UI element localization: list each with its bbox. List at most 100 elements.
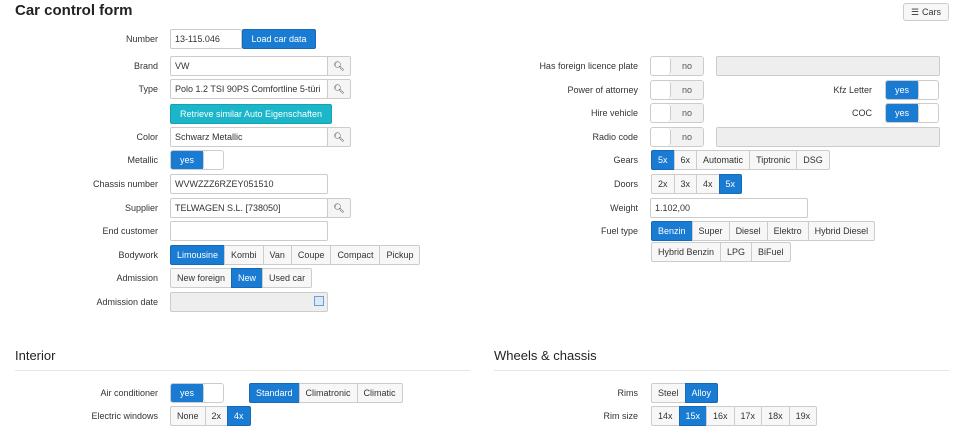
hire-vehicle-label: Hire vehicle xyxy=(590,108,638,118)
kfz-letter-toggle[interactable]: yes xyxy=(885,80,939,100)
radio-code-toggle[interactable]: no xyxy=(650,127,704,147)
interior-section-title: Interior xyxy=(15,348,56,363)
doors-option-4x[interactable]: 4x xyxy=(696,174,720,194)
color-search-button[interactable]: 🔍︎ xyxy=(327,127,351,147)
chassis-label: Chassis number xyxy=(92,179,158,189)
rims-option-alloy[interactable]: Alloy xyxy=(684,383,719,403)
rim-size-option-17x[interactable]: 17x xyxy=(733,406,763,426)
fuel-option-hybrid-benzin[interactable]: Hybrid Benzin xyxy=(651,242,722,262)
gears-option-dsg[interactable]: DSG xyxy=(796,150,830,170)
ac-option-standard[interactable]: Standard xyxy=(249,383,300,403)
search-icon: 🔍︎ xyxy=(333,131,345,142)
hire-vehicle-toggle[interactable]: no xyxy=(650,103,704,123)
bodywork-group: Limousine Kombi Van Coupe Compact Pickup xyxy=(170,245,421,265)
end-customer-input[interactable] xyxy=(170,221,328,241)
bodywork-option-coupe[interactable]: Coupe xyxy=(290,245,332,265)
radio-code-input[interactable] xyxy=(716,127,940,147)
chassis-input[interactable]: WVWZZZ6RZEY051510 xyxy=(170,174,328,194)
retrieve-similar-button[interactable]: Retrieve similar Auto Eigenschaften xyxy=(170,104,332,124)
number-label: Number xyxy=(125,34,158,44)
windows-option-4x[interactable]: 4x xyxy=(227,406,251,426)
doors-group: 2x 3x 4x 5x xyxy=(651,174,743,194)
gears-option-6x[interactable]: 6x xyxy=(673,150,698,170)
admission-option-used-car[interactable]: Used car xyxy=(262,268,313,288)
search-icon: 🔍︎ xyxy=(333,60,345,71)
windows-option-2x[interactable]: 2x xyxy=(204,406,229,426)
gears-option-tiptronic[interactable]: Tiptronic xyxy=(749,150,798,170)
toggle-knob xyxy=(651,81,671,99)
admission-option-new-foreign[interactable]: New foreign xyxy=(170,268,233,288)
wheels-divider xyxy=(494,370,949,371)
supplier-search-button[interactable]: 🔍︎ xyxy=(327,198,351,218)
radio-code-label: Radio code xyxy=(592,132,638,142)
metallic-toggle[interactable]: yes xyxy=(170,150,224,170)
weight-label: Weight xyxy=(610,203,638,213)
bodywork-option-compact[interactable]: Compact xyxy=(330,245,381,265)
brand-search-button[interactable]: 🔍︎ xyxy=(327,56,351,76)
bodywork-option-limousine[interactable]: Limousine xyxy=(170,245,226,265)
admission-option-new[interactable]: New xyxy=(231,268,264,288)
ac-option-climatronic[interactable]: Climatronic xyxy=(298,383,358,403)
search-icon: 🔍︎ xyxy=(333,83,345,94)
cars-button[interactable]: ☰ Cars xyxy=(903,3,949,21)
rims-option-steel[interactable]: Steel xyxy=(651,383,686,403)
list-icon: ☰ xyxy=(910,6,920,17)
calendar-icon[interactable] xyxy=(314,296,324,306)
fuel-option-lpg[interactable]: LPG xyxy=(720,242,753,262)
bodywork-option-pickup[interactable]: Pickup xyxy=(379,245,421,265)
number-input[interactable]: 13-115.046 xyxy=(170,29,242,49)
rim-size-option-16x[interactable]: 16x xyxy=(706,406,735,426)
doors-option-5x[interactable]: 5x xyxy=(718,174,743,194)
fuel-option-benzin[interactable]: Benzin xyxy=(651,221,693,241)
color-label: Color xyxy=(136,132,158,142)
type-search-button[interactable]: 🔍︎ xyxy=(327,79,351,99)
gears-option-5x[interactable]: 5x xyxy=(651,150,675,170)
interior-divider xyxy=(15,370,470,371)
gears-group: 5x 6x Automatic Tiptronic DSG xyxy=(651,150,830,170)
fuel-option-super[interactable]: Super xyxy=(691,221,730,241)
rim-size-option-15x[interactable]: 15x xyxy=(678,406,708,426)
admission-date-label: Admission date xyxy=(96,297,158,307)
type-input[interactable]: Polo 1.2 TSI 90PS Comfortline 5-türi xyxy=(170,79,328,99)
toggle-knob xyxy=(651,104,671,122)
fuel-option-elektro[interactable]: Elektro xyxy=(766,221,809,241)
rim-size-option-14x[interactable]: 14x xyxy=(651,406,680,426)
weight-input[interactable]: 1.102,00 xyxy=(650,198,808,218)
windows-option-none[interactable]: None xyxy=(170,406,206,426)
ac-option-climatic[interactable]: Climatic xyxy=(356,383,403,403)
doors-option-2x[interactable]: 2x xyxy=(651,174,675,194)
rim-size-option-18x[interactable]: 18x xyxy=(761,406,790,426)
doors-option-3x[interactable]: 3x xyxy=(673,174,698,194)
gears-option-automatic[interactable]: Automatic xyxy=(696,150,751,170)
air-conditioner-toggle[interactable]: yes xyxy=(170,383,224,403)
end-customer-label: End customer xyxy=(102,226,158,236)
supplier-label: Supplier xyxy=(124,203,158,213)
fuel-option-diesel[interactable]: Diesel xyxy=(728,221,768,241)
supplier-input[interactable]: TELWAGEN S.L. [738050] xyxy=(170,198,328,218)
color-input[interactable]: Schwarz Metallic xyxy=(170,127,328,147)
fuel-option-hybrid-diesel[interactable]: Hybrid Diesel xyxy=(807,221,876,241)
power-attorney-label: Power of attorney xyxy=(567,85,638,95)
rim-size-label: Rim size xyxy=(603,411,638,421)
fuel-group-row2: Hybrid Benzin LPG BiFuel xyxy=(651,242,791,262)
bodywork-option-kombi[interactable]: Kombi xyxy=(224,245,264,265)
rim-size-option-19x[interactable]: 19x xyxy=(788,406,818,426)
foreign-plate-toggle[interactable]: no xyxy=(650,56,704,76)
rims-group: Steel Alloy xyxy=(651,383,719,403)
coc-label: COC xyxy=(852,108,872,118)
brand-input[interactable]: VW xyxy=(170,56,328,76)
search-icon: 🔍︎ xyxy=(333,202,345,213)
load-car-data-button[interactable]: Load car data xyxy=(242,29,316,49)
admission-date-input[interactable] xyxy=(170,292,328,312)
page-title: Car control form xyxy=(15,2,133,19)
rim-size-group: 14x 15x 16x 17x 18x 19x xyxy=(651,406,818,426)
electric-windows-group: None 2x 4x xyxy=(170,406,251,426)
bodywork-label: Bodywork xyxy=(118,250,158,260)
fuel-option-bifuel[interactable]: BiFuel xyxy=(751,242,791,262)
power-attorney-toggle[interactable]: no xyxy=(650,80,704,100)
admission-group: New foreign New Used car xyxy=(170,268,313,288)
coc-toggle[interactable]: yes xyxy=(885,103,939,123)
bodywork-option-van[interactable]: Van xyxy=(262,245,292,265)
foreign-plate-input[interactable] xyxy=(716,56,940,76)
doors-label: Doors xyxy=(613,179,638,189)
